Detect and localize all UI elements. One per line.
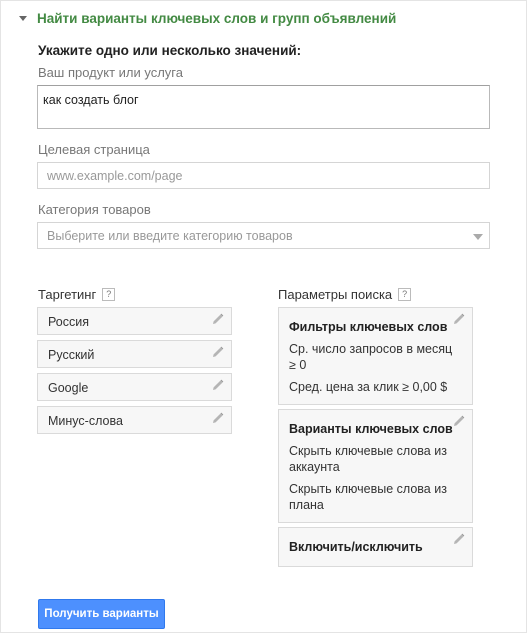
help-icon[interactable]: ? xyxy=(102,288,116,301)
section-toggle[interactable]: Найти варианты ключевых слов и групп объ… xyxy=(19,11,396,26)
product-textarea[interactable]: как создать блог xyxy=(37,85,490,129)
keyword-ideas-panel: Найти варианты ключевых слов и групп объ… xyxy=(0,0,527,633)
targeting-item-label: Google xyxy=(48,381,89,395)
pencil-icon[interactable] xyxy=(453,415,465,427)
product-label: Ваш продукт или услуга xyxy=(38,65,183,80)
card-line: Скрыть ключевые слова из плана xyxy=(289,482,447,512)
pencil-icon[interactable] xyxy=(453,533,465,545)
get-ideas-button[interactable]: Получить варианты xyxy=(38,599,165,629)
triangle-down-icon[interactable] xyxy=(19,16,27,21)
pencil-icon[interactable] xyxy=(212,379,224,391)
targeting-item-label: Россия xyxy=(48,315,89,329)
targeting-item-label: Минус-слова xyxy=(48,414,123,428)
card-title: Фильтры ключевых слов xyxy=(289,320,448,334)
targeting-item-negative-keywords[interactable]: Минус-слова xyxy=(37,406,232,434)
targeting-item-language[interactable]: Русский xyxy=(37,340,232,368)
targeting-header: Таргетинг ? xyxy=(38,287,116,302)
targeting-item-location[interactable]: Россия xyxy=(37,307,232,335)
section-title[interactable]: Найти варианты ключевых слов и групп объ… xyxy=(37,11,396,26)
card-title: Варианты ключевых слов xyxy=(289,422,453,436)
category-label: Категория товаров xyxy=(38,202,151,217)
instructions-label: Укажите одно или несколько значений: xyxy=(38,43,302,58)
search-params-header: Параметры поиска ? xyxy=(278,287,412,302)
landing-page-input[interactable]: www.example.com/page xyxy=(37,162,490,189)
card-line: Скрыть ключевые слова из аккаунта xyxy=(289,444,447,474)
keyword-filters-card[interactable]: Фильтры ключевых слов Ср. число запросов… xyxy=(278,307,473,405)
category-placeholder: Выберите или введите категорию товаров xyxy=(47,229,293,243)
category-select[interactable]: Выберите или введите категорию товаров xyxy=(37,222,490,249)
keyword-options-card[interactable]: Варианты ключевых слов Скрыть ключевые с… xyxy=(278,409,473,523)
pencil-icon[interactable] xyxy=(212,412,224,424)
pencil-icon[interactable] xyxy=(212,313,224,325)
card-line: Сред. цена за клик ≥ 0,00 $ xyxy=(289,380,448,394)
pencil-icon[interactable] xyxy=(212,346,224,358)
help-icon[interactable]: ? xyxy=(398,288,412,301)
card-title: Включить/исключить xyxy=(289,540,423,554)
search-params-title: Параметры поиска xyxy=(278,287,393,302)
targeting-item-network[interactable]: Google xyxy=(37,373,232,401)
targeting-title: Таргетинг xyxy=(38,287,97,302)
landing-page-label: Целевая страница xyxy=(38,142,150,157)
card-line: Ср. число запросов в месяц ≥ 0 xyxy=(289,342,453,372)
include-exclude-card[interactable]: Включить/исключить xyxy=(278,527,473,567)
dropdown-arrow-icon[interactable] xyxy=(473,234,483,240)
targeting-item-label: Русский xyxy=(48,348,95,362)
pencil-icon[interactable] xyxy=(453,313,465,325)
